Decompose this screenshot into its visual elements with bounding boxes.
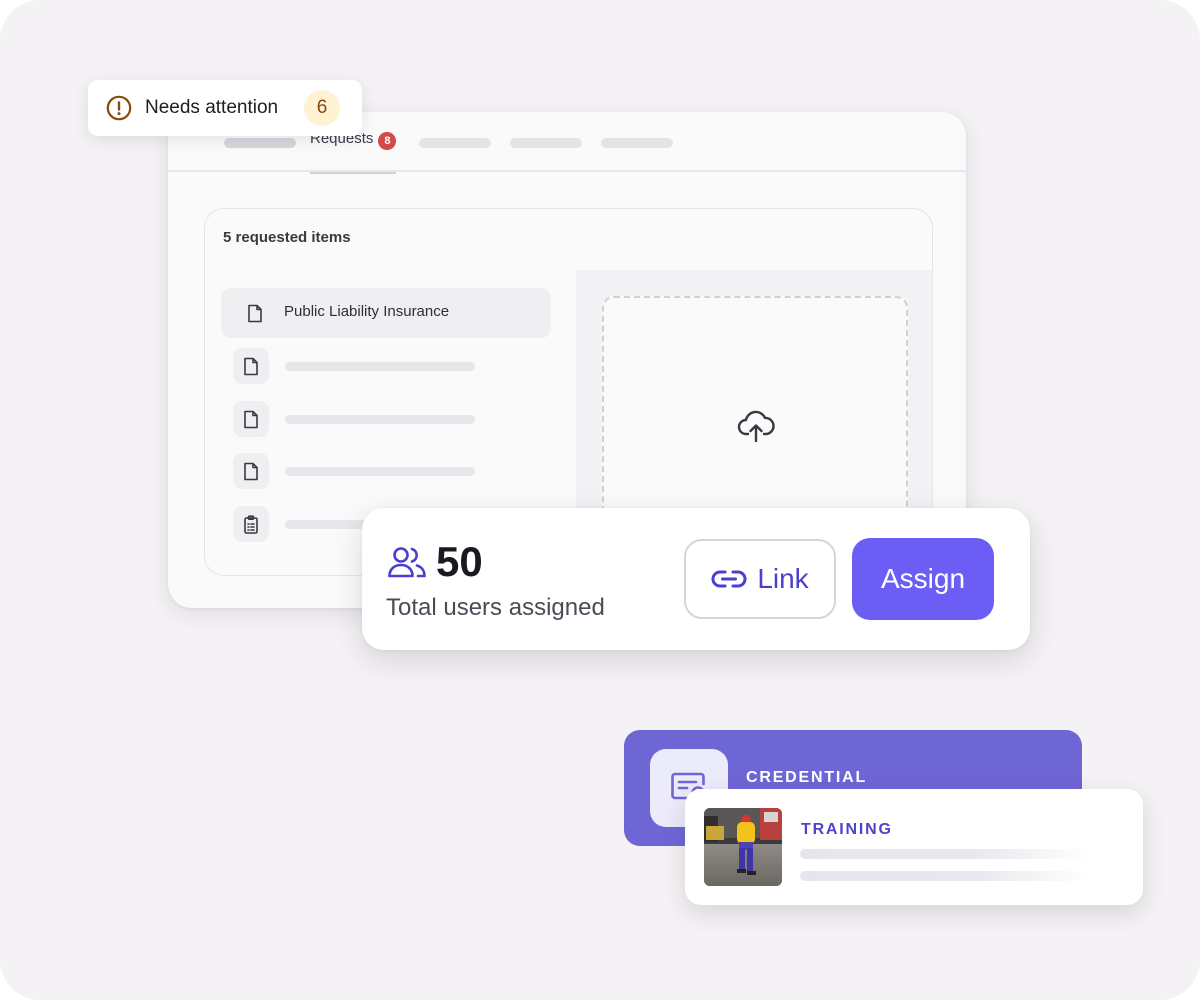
file-icon: [237, 295, 273, 331]
request-item-placeholder: [285, 362, 475, 371]
training-placeholder-bar: [800, 871, 1092, 881]
credential-label: CREDENTIAL: [746, 769, 868, 786]
file-icon: [233, 401, 269, 437]
request-item-label: Public Liability Insurance: [284, 303, 450, 320]
cloud-upload-icon: [737, 410, 775, 443]
tab-placeholder[interactable]: [419, 138, 491, 148]
request-item[interactable]: [221, 394, 551, 444]
needs-attention-count: 6: [304, 90, 340, 126]
users-assigned-card: 50 Total users assigned Link Assign: [362, 508, 1030, 650]
tab-requests[interactable]: Requests 8: [310, 130, 397, 174]
users-icon: [388, 547, 426, 578]
clipboard-icon: [233, 506, 269, 542]
training-card[interactable]: TRAINING: [685, 789, 1143, 905]
needs-attention-label: Needs attention: [145, 97, 279, 118]
training-photo: [704, 808, 782, 886]
training-placeholder-bar: [800, 849, 1092, 859]
assign-button[interactable]: Assign: [852, 538, 994, 620]
panel-title: 5 requested items: [223, 229, 351, 246]
tab-placeholder[interactable]: [601, 138, 673, 148]
alert-circle-icon: [106, 95, 132, 121]
link-button[interactable]: Link: [684, 539, 836, 619]
users-label: Total users assigned: [386, 594, 605, 621]
requests-count-badge: 8: [378, 132, 397, 150]
request-item-placeholder: [285, 415, 475, 424]
file-icon: [233, 453, 269, 489]
request-item-placeholder: [285, 467, 475, 476]
link-icon: [711, 570, 747, 588]
link-button-label: Link: [757, 563, 809, 594]
request-item[interactable]: [221, 341, 551, 391]
needs-attention-chip[interactable]: Needs attention 6: [88, 80, 362, 136]
tab-placeholder[interactable]: [510, 138, 582, 148]
file-icon: [233, 348, 269, 384]
training-label: TRAINING: [801, 821, 893, 838]
users-count: 50: [436, 538, 483, 585]
request-item[interactable]: Public Liability Insurance: [221, 288, 551, 338]
canvas: Requests 8 5 requested items Public Liab…: [0, 0, 1200, 1000]
request-item[interactable]: [221, 446, 551, 496]
tab-placeholder[interactable]: [224, 138, 296, 148]
